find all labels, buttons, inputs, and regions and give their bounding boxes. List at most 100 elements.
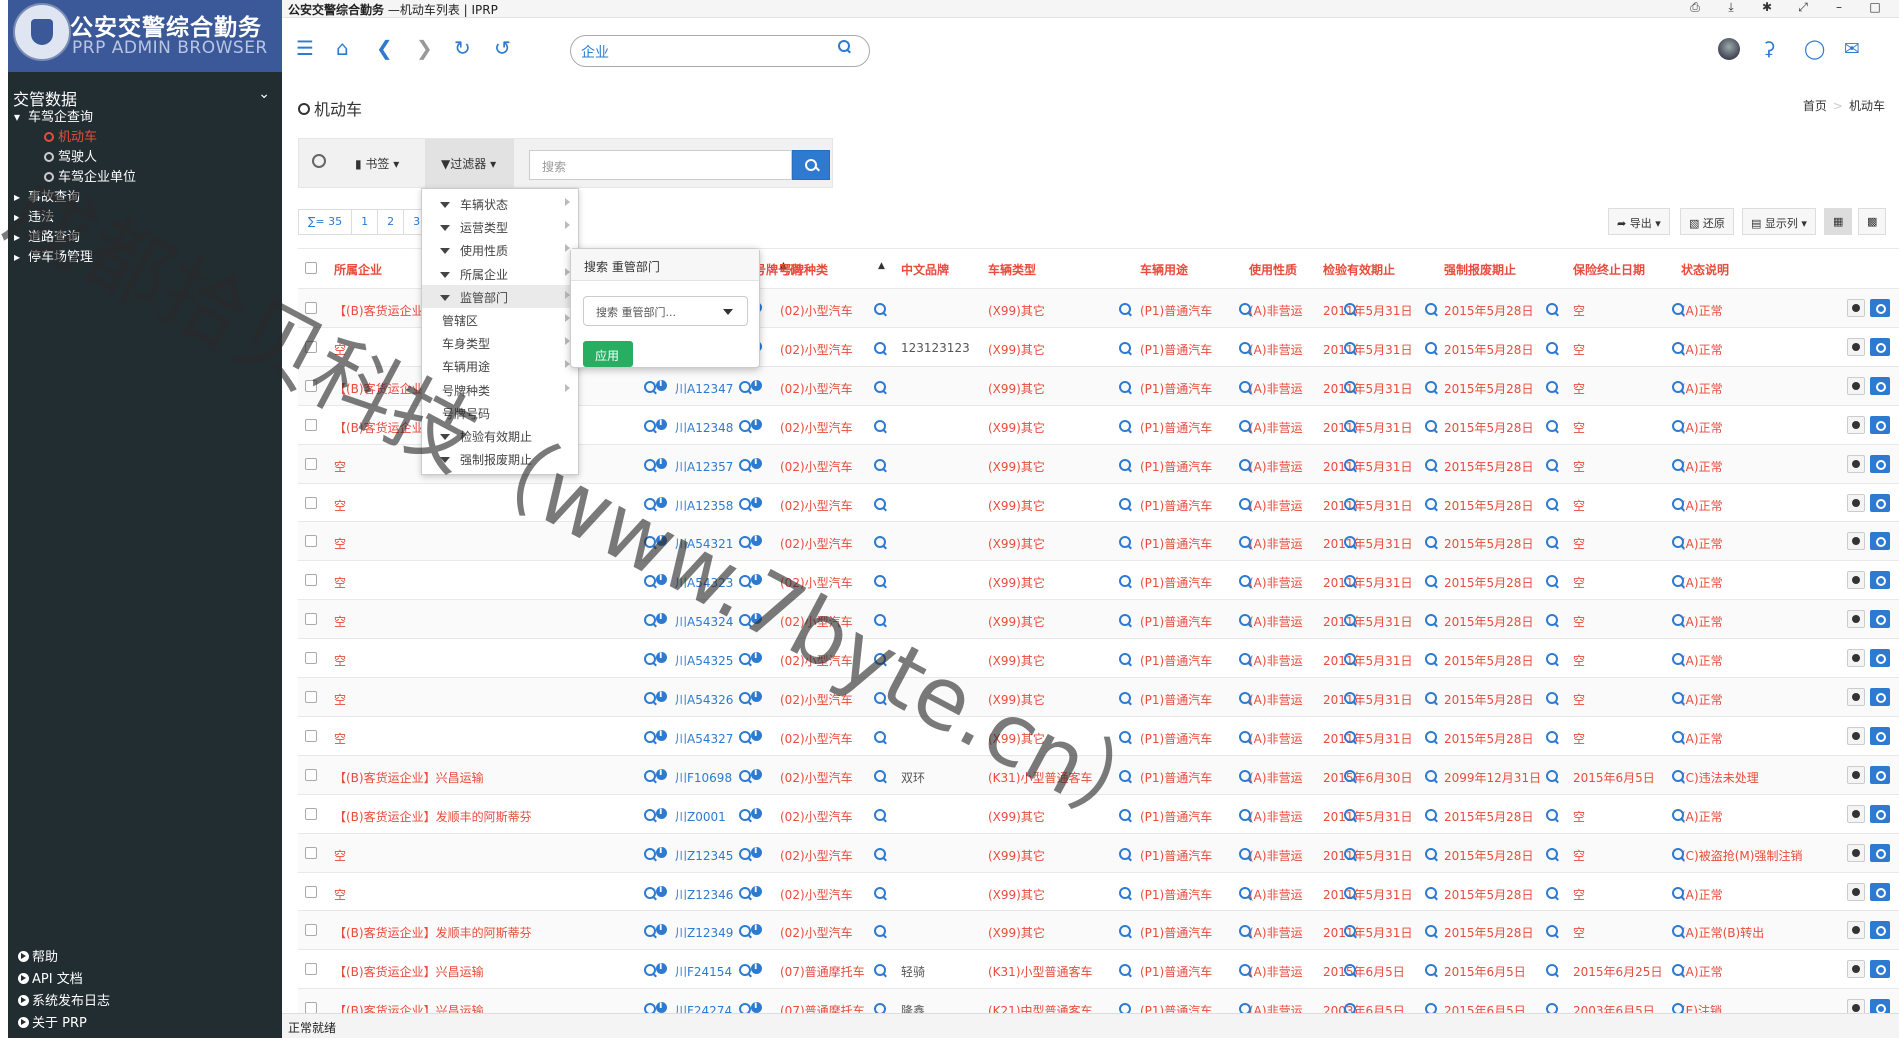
cell-vtype[interactable]: (X99)其它 [988, 458, 1045, 475]
col-brand[interactable]: 中文品牌 [901, 261, 949, 278]
view-button[interactable] [1847, 960, 1865, 979]
cell-plate[interactable]: 川A54326 [675, 691, 733, 708]
cell-use[interactable]: (P1)普通汽车 [1140, 341, 1212, 358]
search-icon[interactable] [1239, 380, 1251, 393]
search-icon[interactable] [874, 380, 886, 393]
info-icon[interactable] [751, 417, 762, 430]
cell-ins[interactable]: 空 [1573, 613, 1585, 630]
cell-ins[interactable]: 空 [1573, 535, 1585, 552]
search-icon[interactable] [644, 575, 656, 588]
table-row[interactable]: 【(B)客货运企业】兴昌运输 川F10698 (02)小型汽车 双环 (K31)小型普通… [298, 754, 1899, 794]
cell-insp[interactable]: 2011年5月31日 [1323, 613, 1412, 630]
search-icon[interactable] [874, 497, 886, 510]
mail-icon[interactable]: ✉ [1844, 38, 1860, 60]
cell-scrap[interactable]: 2015年5月28日 [1444, 497, 1533, 514]
search-icon[interactable] [1425, 614, 1437, 627]
search-icon[interactable] [1672, 497, 1684, 510]
cell-nature[interactable]: (A)非营运 [1249, 613, 1303, 630]
cell-ptype[interactable]: (02)小型汽车 [780, 458, 853, 475]
cell-nature[interactable]: (A)非营运 [1249, 691, 1303, 708]
cell-vtype[interactable]: (X99)其它 [988, 886, 1045, 903]
filter-menu-item[interactable]: 强制报废期止 [422, 447, 578, 470]
search-icon[interactable] [1119, 886, 1131, 899]
cell-nature[interactable]: (A)非营运 [1249, 730, 1303, 747]
bug-icon[interactable]: ✱ [1758, 0, 1776, 14]
cell-scrap[interactable]: 2015年5月28日 [1444, 847, 1533, 864]
search-icon[interactable] [1239, 925, 1251, 938]
search-icon[interactable] [1119, 964, 1131, 977]
search-icon[interactable] [739, 614, 751, 627]
col-company[interactable]: 所属企业 [334, 261, 382, 278]
cell-status[interactable]: (A)正常 [1681, 963, 1723, 980]
page-1-button[interactable]: 1 [352, 210, 379, 234]
search-icon[interactable] [1546, 692, 1558, 704]
view-button[interactable] [1847, 493, 1865, 512]
sidebar-subitem-vehicle[interactable]: 机动车 [44, 126, 97, 145]
cell-ptype[interactable]: (02)小型汽车 [780, 302, 853, 319]
col-scrap[interactable]: 强制报废期止 [1444, 261, 1516, 278]
search-icon[interactable] [874, 925, 886, 938]
col-insurance[interactable]: 保险终止日期 [1573, 261, 1645, 278]
cell-ptype[interactable]: (02)小型汽车 [780, 808, 853, 825]
search-icon[interactable] [1239, 964, 1251, 977]
cell-insp[interactable]: 2011年5月31日 [1323, 341, 1412, 358]
cell-ptype[interactable]: (02)小型汽车 [780, 574, 853, 591]
search-icon[interactable] [1119, 847, 1131, 860]
row-checkbox[interactable] [305, 652, 317, 665]
search-icon[interactable] [1119, 341, 1131, 354]
search-icon[interactable] [1344, 769, 1356, 782]
info-icon[interactable] [751, 572, 762, 586]
chat-icon[interactable]: ◯ [1804, 38, 1825, 60]
info-icon[interactable] [751, 884, 762, 897]
view-button[interactable] [1847, 882, 1865, 901]
sidebar-subitem-driver[interactable]: 驾驶人 [44, 146, 97, 165]
view-button[interactable] [1847, 610, 1865, 629]
cell-status[interactable]: (A)正常 [1681, 886, 1723, 903]
search-icon[interactable] [1672, 419, 1684, 432]
search-icon[interactable] [1119, 925, 1131, 938]
row-checkbox[interactable] [305, 729, 317, 742]
sidebar-api-docs[interactable]: API 文档 [18, 968, 83, 987]
search-icon[interactable] [739, 692, 751, 704]
search-icon[interactable] [739, 847, 751, 860]
info-icon[interactable] [751, 456, 762, 469]
cell-vtype[interactable]: (X99)其它 [988, 380, 1045, 397]
cell-ins[interactable]: 2015年6月25日 [1573, 963, 1662, 980]
search-icon[interactable] [1344, 1003, 1356, 1013]
cell-company[interactable]: 【(B)客货运企业】兴昌运输 [334, 1002, 484, 1013]
maximize-icon[interactable]: □ [1866, 0, 1884, 14]
search-icon[interactable] [1119, 1003, 1131, 1013]
search-icon[interactable] [1119, 808, 1131, 821]
search-icon[interactable] [838, 40, 856, 58]
search-icon[interactable] [1672, 769, 1684, 782]
cell-use[interactable]: (P1)普通汽车 [1140, 963, 1212, 980]
cell-status[interactable]: (A)正常 [1681, 341, 1723, 358]
cell-plate[interactable]: 川A12347 [675, 380, 733, 397]
cell-vtype[interactable]: (K31)小型普通客车 [988, 963, 1093, 980]
search-icon[interactable] [1546, 458, 1558, 471]
info-icon[interactable] [656, 1000, 667, 1013]
info-icon[interactable] [656, 961, 667, 975]
cell-scrap[interactable]: 2015年5月28日 [1444, 341, 1533, 358]
search-icon[interactable] [1239, 614, 1251, 627]
view-button[interactable] [1847, 843, 1865, 862]
search-icon[interactable] [739, 886, 751, 899]
search-icon[interactable] [1344, 458, 1356, 471]
settings-button[interactable] [1870, 726, 1890, 745]
row-checkbox[interactable] [305, 924, 317, 937]
settings-button[interactable] [1870, 376, 1890, 395]
cell-nature[interactable]: (A)非营运 [1249, 769, 1303, 786]
search-icon[interactable] [1425, 1003, 1437, 1013]
cell-scrap[interactable]: 2015年5月28日 [1444, 419, 1533, 436]
cell-insp[interactable]: 2011年5月31日 [1323, 730, 1412, 747]
settings-button[interactable] [1870, 960, 1890, 979]
cell-company[interactable]: 【(B)客货运企业】发顺丰的阿斯蒂芬 [334, 924, 532, 941]
info-icon[interactable] [656, 884, 667, 897]
download-icon[interactable]: ⤓ [1722, 0, 1740, 15]
cell-nature[interactable]: (A)非营运 [1249, 302, 1303, 319]
bell-icon[interactable]: ⚳ [1762, 38, 1776, 60]
search-icon[interactable] [644, 925, 656, 938]
view-button[interactable] [1847, 921, 1865, 940]
cell-scrap[interactable]: 2015年5月28日 [1444, 886, 1533, 903]
info-icon[interactable] [751, 378, 762, 391]
